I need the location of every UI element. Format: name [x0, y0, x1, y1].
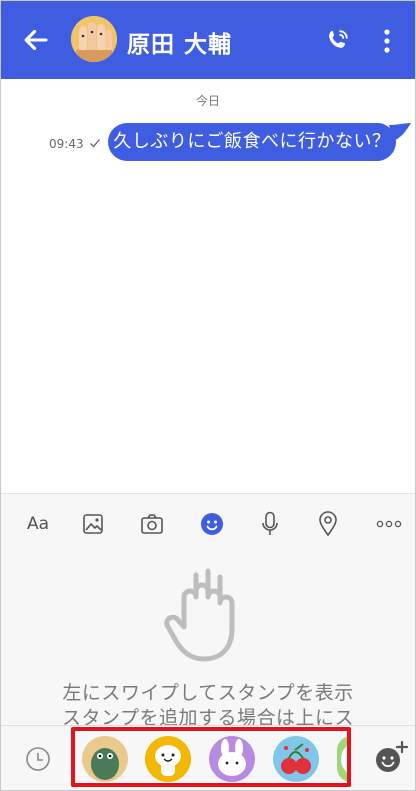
camera-icon[interactable]	[137, 506, 167, 542]
swipe-hand-icon	[164, 568, 235, 662]
message-time: 09:43	[49, 137, 84, 151]
header-bar: 原田 大輔	[1, 1, 415, 79]
sticker-panel[interactable]: 左にスワイプしてスタンプを表示 スタンプを追加する場合は上にス	[1, 557, 415, 729]
microphone-icon[interactable]	[258, 506, 282, 542]
highlight-box	[71, 727, 351, 787]
avatar-image	[71, 16, 117, 62]
phone-call-icon[interactable]	[325, 27, 351, 53]
contact-name[interactable]: 原田 大輔	[127, 25, 232, 59]
date-separator: 今日	[195, 94, 220, 108]
more-vertical-icon[interactable]	[383, 28, 391, 54]
chat-screen: 原田 大輔 今日 09:43 久しぶりにご飯食べに行かない？ Aa 左にスワイプ…	[0, 0, 416, 791]
emoji-icon[interactable]	[197, 506, 227, 542]
more-horizontal-icon[interactable]	[375, 506, 403, 542]
message-list[interactable]: 今日 09:43 久しぶりにご飯食べに行かない？	[1, 79, 415, 493]
add-sticker-icon[interactable]	[373, 740, 409, 776]
sticker-tab-bar	[1, 725, 415, 790]
avatar[interactable]	[71, 16, 117, 62]
location-pin-icon[interactable]	[315, 506, 341, 542]
recent-clock-icon[interactable]	[25, 746, 51, 772]
input-toolbar: Aa	[1, 493, 415, 558]
back-arrow-icon[interactable]	[19, 23, 53, 57]
sticker-hint-line1: 左にスワイプしてスタンプを表示	[62, 682, 354, 704]
text-format-button[interactable]: Aa	[23, 506, 53, 542]
image-icon[interactable]	[79, 506, 107, 542]
message-bubble[interactable]: 久しぶりにご飯食べに行かない？	[108, 123, 396, 161]
check-icon	[90, 139, 100, 148]
